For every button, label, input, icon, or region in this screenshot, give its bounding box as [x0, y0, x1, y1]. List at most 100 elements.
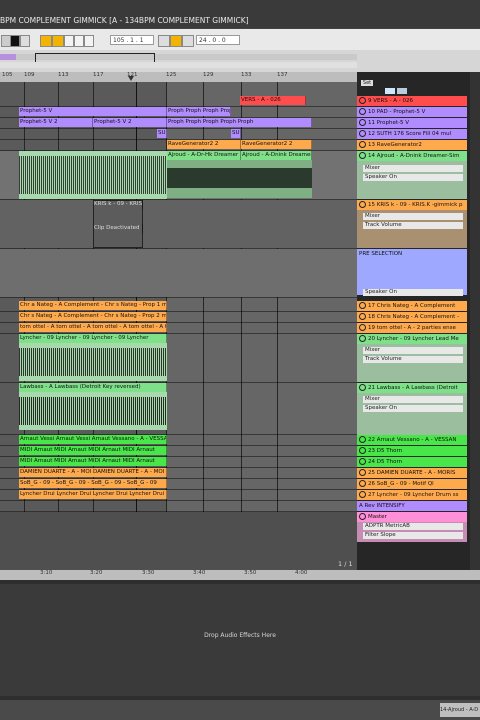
track-header-26[interactable]: 26 SoB_G - 09 - Motif Ql [357, 479, 467, 489]
clip-rave[interactable]: RaveGenerator2 2 [167, 140, 241, 149]
device-chooser[interactable]: Mixer [363, 347, 463, 354]
device-chooser[interactable]: Mixer [363, 396, 463, 403]
track-activator-icon[interactable] [359, 201, 366, 208]
master-track[interactable]: Master [357, 512, 467, 522]
track-activator-icon[interactable] [359, 458, 366, 465]
clip-ajroud[interactable]: Ajroud - A-Dnink Dreamer [241, 151, 312, 160]
track-header-9[interactable]: 9 VERS - A - 026 [357, 96, 467, 106]
parameter-chooser[interactable]: Speaker On [363, 405, 463, 412]
track-header-24[interactable]: 24 D5 Thorn [357, 457, 467, 467]
clip-sob[interactable]: SoB_G - 09 - SoB_G - 09 - SoB_G - 09 - S… [19, 479, 167, 488]
track-activator-icon[interactable] [359, 384, 366, 391]
track-activator-icon[interactable] [359, 152, 366, 159]
clip-arnaut-midi[interactable]: MIDI Arnaut MIDI Arnaut MIDI Arnaut MIDI… [19, 457, 167, 466]
clip-prophet[interactable]: Proph Proph Proph Proph Proph [167, 118, 312, 127]
clip-chris[interactable]: Chr a Nateg - A Complement - Chr s Nateg… [19, 301, 167, 310]
track-name: 19 tom ottel - A - 2 parties ense [368, 325, 456, 331]
track-header-10[interactable]: 10 PAD - Prophet-5 V [357, 107, 467, 117]
track-activator-icon[interactable] [359, 480, 366, 487]
clip-damien[interactable]: DAMIEN DUARTE - A - MOI DAMIEN DUARTE - … [19, 468, 167, 477]
track-header-25[interactable]: 25 DAMIEN DUARTE - A - MORIS [357, 468, 467, 478]
track-activator-icon[interactable] [359, 108, 366, 115]
parameter-chooser[interactable]: Track Volume [363, 222, 463, 229]
clip-suth[interactable]: SU [231, 129, 241, 138]
loop-back-icon[interactable] [84, 35, 94, 47]
clip-lawbass[interactable]: Lawbass - A Lawbass (Detroit Key reverse… [19, 383, 167, 392]
track-header-27[interactable]: 27 Lyncher - 09 Lyncher Drum ss [357, 490, 467, 500]
track-header-22[interactable]: 22 Arnaut Vessano - A - VESSAN [357, 435, 467, 445]
session-record-icon[interactable] [74, 35, 84, 47]
record-icon[interactable] [20, 35, 30, 47]
clip-vers[interactable]: VERS - A - 026 [240, 96, 306, 105]
clip-arnaut[interactable]: Arnaut Vessi Arnaut Vessi Arnaut Vessano… [19, 435, 167, 444]
device-drop-zone[interactable] [0, 584, 480, 696]
track-header-19[interactable]: 19 tom ottel - A - 2 parties ense [357, 323, 467, 333]
clip-ajroud[interactable]: Ajroud - A-Dr-Hk Dreamer [167, 151, 241, 160]
punch-out-icon[interactable] [182, 35, 194, 47]
arm-all-icon[interactable] [385, 88, 395, 94]
track-activator-icon[interactable] [359, 513, 366, 520]
device-chooser[interactable]: ADPTR MetricAB [363, 523, 463, 530]
parameter-chooser[interactable]: Speaker On [363, 174, 463, 181]
automation-arm-icon[interactable] [64, 35, 74, 47]
time-ruler[interactable]: 3:10 3:20 3:30 3:40 3:50 4:00 [0, 570, 480, 580]
track-header-20[interactable]: 20 Lyncher - 09 Lyncher Lead Me [357, 334, 467, 344]
track-activator-icon[interactable] [359, 119, 366, 126]
parameter-chooser[interactable]: Speaker On [363, 289, 463, 296]
set-button[interactable]: Set [361, 80, 373, 86]
clip-suth[interactable]: SU [157, 129, 167, 138]
clip-lyncher-drum[interactable]: Lyncher Drui Lyncher Drui Lyncher Drui L… [19, 490, 167, 499]
arrangement-position-field[interactable]: 105 . 1 . 1 [110, 35, 154, 45]
parameter-chooser[interactable]: Filter Slope [363, 532, 463, 539]
draw-mode-icon[interactable] [40, 35, 52, 47]
device-chooser[interactable]: Mixer [363, 213, 463, 220]
clip-prophet[interactable]: Prophet-5 V 2 [93, 118, 167, 127]
clip-prophet[interactable]: Prophet-5 V 2 [19, 118, 93, 127]
stop-icon[interactable] [10, 35, 20, 47]
device-chooser[interactable]: Mixer [363, 165, 463, 172]
clip-arnaut-midi[interactable]: MIDI Arnaut MIDI Arnaut MIDI Arnaut MIDI… [19, 446, 167, 455]
clip-lyncher[interactable]: Lyncher - 09 Lyncher - 09 Lyncher - 09 L… [19, 334, 167, 343]
track-activator-icon[interactable] [359, 302, 366, 309]
clip-prophet[interactable]: Prophet-5 V [19, 107, 167, 116]
track-activator-icon[interactable] [359, 97, 366, 104]
track-activator-icon[interactable] [359, 447, 366, 454]
loop-switch-icon[interactable] [170, 35, 182, 47]
track-header-17[interactable]: 17 Chris Nateg - A Complement [357, 301, 467, 311]
clip-prophet[interactable]: Proph Proph Proph Proph Proph [167, 107, 231, 116]
track-activator-icon[interactable] [359, 324, 366, 331]
track-header-18[interactable]: 18 Chris Nateg - A Complement - [357, 312, 467, 322]
track-15-expanded: Mixer Track Volume [357, 210, 467, 248]
track-activator-icon[interactable] [359, 436, 366, 443]
arrangement-overview[interactable] [0, 50, 480, 72]
scroll-strip[interactable] [470, 72, 480, 570]
waveform [19, 397, 167, 425]
track-header-21[interactable]: 21 Lawbass - A Lawbass (Detroit [357, 383, 467, 393]
parameter-chooser[interactable]: Track Volume [363, 356, 463, 363]
track-activator-icon[interactable] [359, 313, 366, 320]
return-track-a[interactable]: A Rev INTENSIFY [357, 501, 467, 511]
clip-tom[interactable]: tom ottel - A tom ottel - A tom ottel - … [19, 323, 167, 332]
solo-all-icon[interactable] [397, 88, 407, 94]
track-activator-icon[interactable] [359, 469, 366, 476]
track-header-13[interactable]: 13 RaveGenerator2 [357, 140, 467, 150]
track-header-15[interactable]: 15 KRIS k - 09 - KRIS.K -gimmick p [357, 200, 467, 210]
track-header-23[interactable]: 23 D5 Thorn [357, 446, 467, 456]
beat-time-ruler[interactable]: 105 109 113 117 121 125 129 133 137 [0, 72, 357, 82]
track-activator-icon[interactable] [359, 491, 366, 498]
clip-rave[interactable]: RaveGenerator2 2 [241, 140, 312, 149]
track-activator-icon[interactable] [359, 335, 366, 342]
arrangement-view[interactable]: VERS - A - 026 Prophet-5 V Proph Proph P… [0, 82, 357, 570]
punch-in-icon[interactable] [158, 35, 170, 47]
track-header-14[interactable]: 14 Ajroud - A-Dnink Dreamer-Sim [357, 151, 467, 161]
loop-length-field[interactable]: 24 . 0 . 0 [196, 35, 240, 45]
track-name: PRE SELECTION [359, 251, 403, 257]
track-activator-icon[interactable] [359, 130, 366, 137]
track-header-11[interactable]: 11 Prophet-5 V [357, 118, 467, 128]
follow-icon[interactable] [52, 35, 64, 47]
track-header-12[interactable]: 12 SUTH 176 Score Fill 04 mul [357, 129, 467, 139]
clip-chris[interactable]: Chr s Nateg - A Complement - Chr s Nateg… [19, 312, 167, 321]
track-activator-icon[interactable] [359, 141, 366, 148]
playhead-marker-icon[interactable] [128, 76, 134, 81]
selected-clip-name[interactable]: 14-Ajroud - A-D [440, 703, 480, 717]
